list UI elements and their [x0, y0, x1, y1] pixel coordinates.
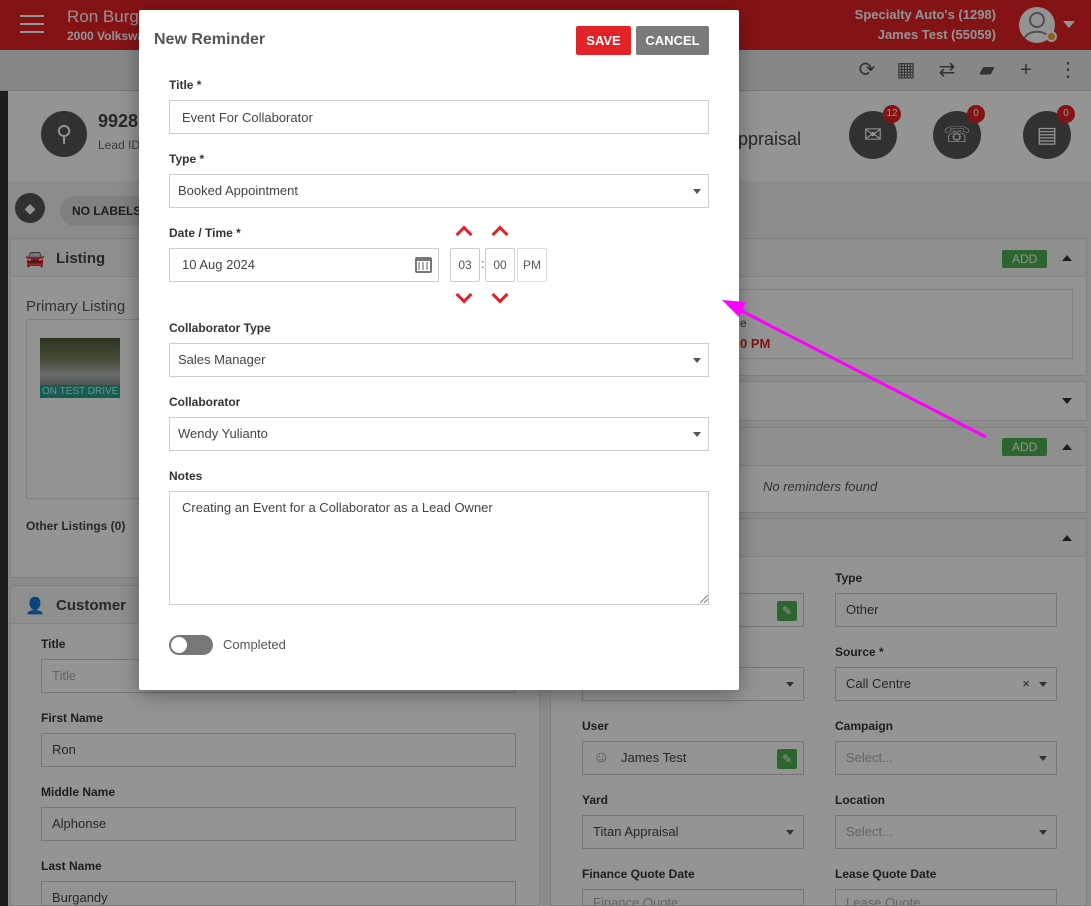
- title-label: Title *: [169, 78, 202, 92]
- completed-toggle[interactable]: [169, 635, 213, 655]
- hour-up-icon[interactable]: [455, 225, 473, 243]
- collaborator-value: Wendy Yulianto: [178, 426, 268, 441]
- collaborator-label: Collaborator: [169, 395, 241, 409]
- hour-down-icon[interactable]: [455, 286, 473, 304]
- notes-label: Notes: [169, 469, 203, 483]
- toggle-knob: [171, 637, 187, 653]
- save-button[interactable]: SAVE: [576, 26, 631, 55]
- resize-handle-icon[interactable]: [700, 595, 708, 603]
- collaborator-type-value: Sales Manager: [178, 352, 266, 367]
- type-value: Booked Appointment: [178, 183, 298, 198]
- title-input[interactable]: [169, 100, 709, 134]
- hour-input[interactable]: 03: [450, 248, 480, 282]
- completed-label: Completed: [223, 637, 286, 652]
- cancel-button[interactable]: CANCEL: [636, 26, 709, 55]
- chevron-down-icon: [693, 358, 701, 363]
- chevron-down-icon: [693, 189, 701, 194]
- minute-up-icon[interactable]: [491, 225, 509, 243]
- type-select[interactable]: Booked Appointment: [169, 174, 709, 208]
- new-reminder-modal: New Reminder SAVE CANCEL Title * Type * …: [139, 10, 739, 690]
- collaborator-type-select[interactable]: Sales Manager: [169, 343, 709, 377]
- calendar-icon[interactable]: [415, 257, 432, 273]
- datetime-label: Date / Time *: [169, 226, 241, 240]
- minute-down-icon[interactable]: [491, 286, 509, 304]
- minute-input[interactable]: 00: [485, 248, 515, 282]
- notes-textarea[interactable]: Creating an Event for a Collaborator as …: [169, 491, 709, 605]
- collaborator-type-label: Collaborator Type: [169, 321, 271, 335]
- date-input[interactable]: 10 Aug 2024: [169, 248, 439, 282]
- modal-title: New Reminder: [154, 31, 266, 48]
- chevron-down-icon: [693, 432, 701, 437]
- meridian-toggle[interactable]: PM: [517, 248, 547, 282]
- type-label: Type *: [169, 152, 205, 166]
- date-value: 10 Aug 2024: [182, 257, 256, 272]
- collaborator-select[interactable]: Wendy Yulianto: [169, 417, 709, 451]
